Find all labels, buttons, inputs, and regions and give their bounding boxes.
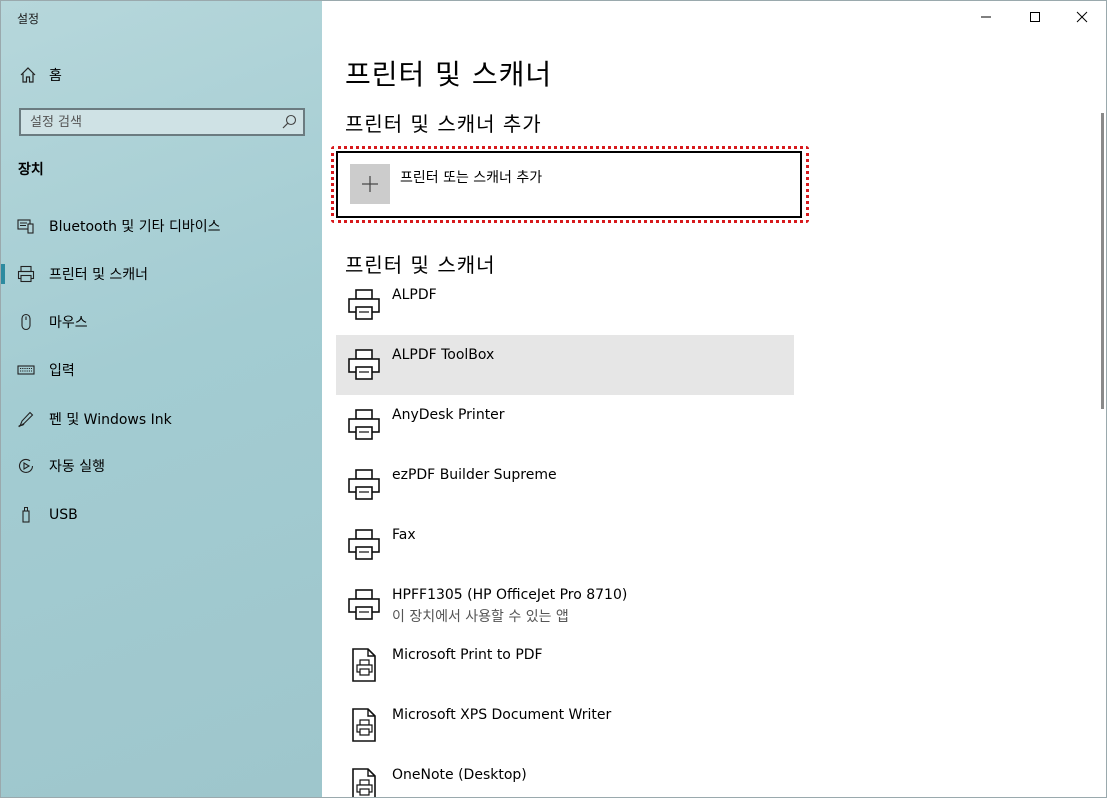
- document-printer-icon: [346, 707, 382, 743]
- printer-item[interactable]: HPFF1305 (HP OfficeJet Pro 8710) 이 장치에서 사…: [336, 575, 794, 635]
- printer-name: Microsoft XPS Document Writer: [392, 707, 612, 723]
- plus-icon: [350, 164, 390, 204]
- sidebar-item-mouse[interactable]: 마우스: [1, 302, 322, 342]
- sidebar-item-usb[interactable]: USB: [1, 495, 322, 535]
- search-icon[interactable]: [281, 114, 297, 130]
- close-button[interactable]: [1059, 1, 1105, 33]
- scrollbar[interactable]: [1101, 113, 1104, 409]
- mouse-icon: [17, 313, 35, 331]
- printer-icon: [346, 527, 382, 563]
- section-header-devices: 장치: [18, 162, 44, 178]
- settings-search[interactable]: [19, 108, 305, 136]
- add-printer-label: 프린터 또는 스캐너 추가: [400, 170, 543, 186]
- sidebar-item-input[interactable]: 입력: [1, 350, 322, 390]
- home-link[interactable]: 홈: [19, 64, 62, 86]
- printer-item[interactable]: OneNote (Desktop): [336, 755, 794, 797]
- sidebar-item-bluetooth[interactable]: Bluetooth 및 기타 디바이스: [1, 206, 322, 246]
- sidebar-item-pen[interactable]: 펜 및 Windows Ink: [1, 399, 322, 439]
- home-label: 홈: [49, 68, 62, 84]
- maximize-button[interactable]: [1012, 1, 1058, 33]
- search-input[interactable]: [21, 109, 281, 135]
- printer-name: ezPDF Builder Supreme: [392, 467, 557, 483]
- document-printer-icon: [346, 647, 382, 683]
- printer-item[interactable]: AnyDesk Printer: [336, 395, 794, 455]
- sidebar-item-label: 펜 및 Windows Ink: [49, 412, 172, 428]
- usb-icon: [17, 506, 35, 524]
- sidebar-item-label: 프린터 및 스캐너: [49, 267, 149, 283]
- page-title: 프린터 및 스캐너: [345, 58, 553, 91]
- printer-item[interactable]: ALPDF: [336, 275, 794, 335]
- printer-icon: [346, 467, 382, 503]
- printer-item[interactable]: Fax: [336, 515, 794, 575]
- sidebar-item-printers[interactable]: 프린터 및 스캐너: [1, 254, 322, 294]
- maximize-icon: [1030, 12, 1040, 22]
- printer-item[interactable]: Microsoft Print to PDF: [336, 635, 794, 695]
- sidebar-item-autoplay[interactable]: 자동 실행: [1, 446, 322, 486]
- sidebar-item-label: 입력: [49, 363, 75, 379]
- printer-icon: [346, 407, 382, 443]
- sidebar-item-label: Bluetooth 및 기타 디바이스: [49, 219, 221, 235]
- printer-icon: [346, 287, 382, 323]
- sidebar: 설정 홈 장치 Bluetooth 및 기타 디바이스 프린: [1, 1, 322, 797]
- home-icon: [20, 67, 36, 83]
- printer-name: HPFF1305 (HP OfficeJet Pro 8710): [392, 587, 628, 603]
- printer-subtext: 이 장치에서 사용할 수 있는 앱: [392, 609, 569, 625]
- autoplay-icon: [17, 457, 35, 475]
- add-printer-button[interactable]: 프린터 또는 스캐너 추가: [336, 151, 802, 218]
- printer-name: OneNote (Desktop): [392, 767, 527, 783]
- settings-window: 설정 홈 장치 Bluetooth 및 기타 디바이스 프린: [0, 0, 1107, 798]
- add-section-title: 프린터 및 스캐너 추가: [345, 112, 542, 136]
- minimize-button[interactable]: [963, 1, 1009, 33]
- printer-name: AnyDesk Printer: [392, 407, 505, 423]
- bluetooth-devices-icon: [17, 217, 35, 235]
- sidebar-item-label: 자동 실행: [49, 459, 105, 475]
- printer-name: ALPDF ToolBox: [392, 347, 495, 363]
- printers-list-title: 프린터 및 스캐너: [345, 253, 496, 277]
- document-printer-icon: [346, 767, 382, 797]
- printer-name: Microsoft Print to PDF: [392, 647, 543, 663]
- printer-item[interactable]: ezPDF Builder Supreme: [336, 455, 794, 515]
- add-printer-focus-outline: 프린터 또는 스캐너 추가: [331, 146, 809, 223]
- printer-icon: [17, 265, 35, 283]
- printer-item[interactable]: Microsoft XPS Document Writer: [336, 695, 794, 755]
- keyboard-icon: [17, 361, 35, 379]
- pen-icon: [17, 410, 35, 428]
- minimize-icon: [981, 16, 991, 18]
- printer-name: ALPDF: [392, 287, 437, 303]
- sidebar-item-label: USB: [49, 507, 78, 523]
- sidebar-item-label: 마우스: [49, 315, 88, 331]
- printer-icon: [346, 347, 382, 383]
- close-icon: [1076, 11, 1088, 23]
- window-title: 설정: [17, 12, 40, 26]
- printer-item[interactable]: ALPDF ToolBox: [336, 335, 794, 395]
- printer-name: Fax: [392, 527, 416, 543]
- main-content: 프린터 및 스캐너 프린터 및 스캐너 추가 프린터 또는 스캐너 추가 프린터…: [322, 1, 1106, 797]
- printer-icon: [346, 587, 382, 623]
